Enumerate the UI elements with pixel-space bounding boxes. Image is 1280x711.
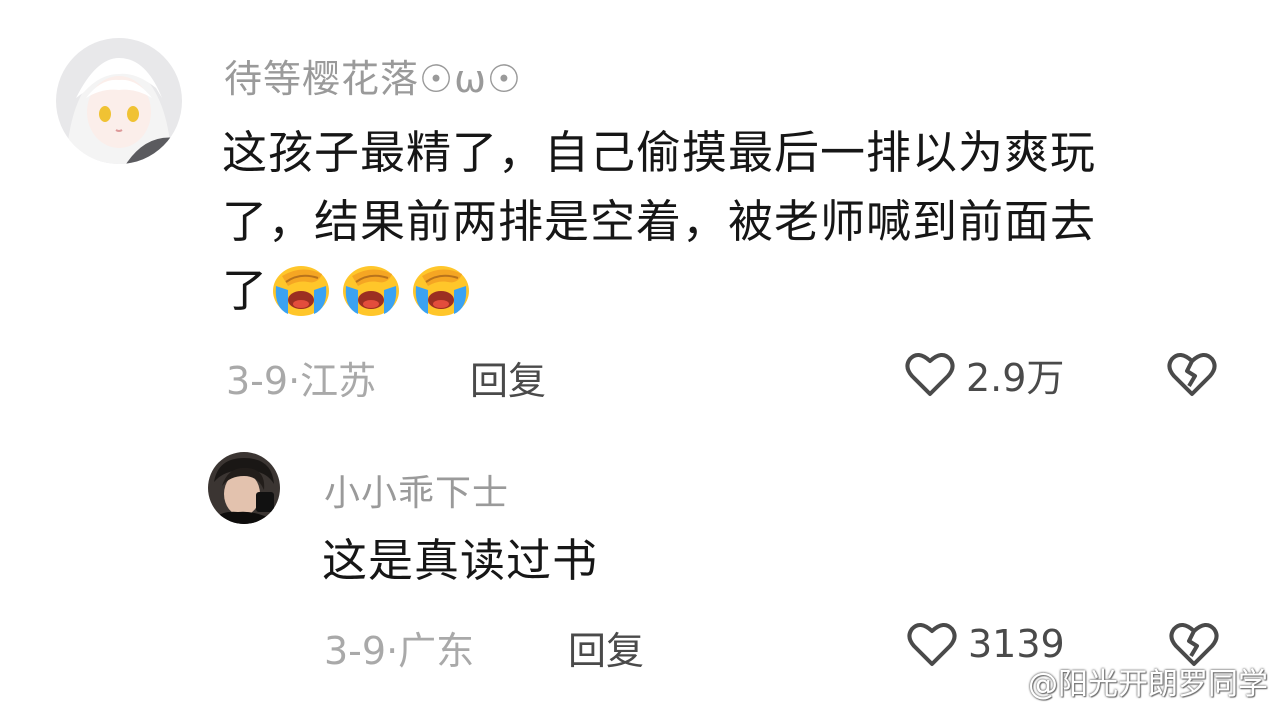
comment-text: 这是真读过书 <box>322 534 599 587</box>
avatar[interactable] <box>56 38 182 164</box>
heart-outline-icon <box>907 623 957 666</box>
dislike-button[interactable] <box>1164 346 1220 402</box>
broken-heart-icon <box>1167 353 1217 396</box>
heart-outline-icon <box>905 353 955 396</box>
reply-button[interactable]: 回复 <box>568 620 644 675</box>
crying-laughing-emoji <box>268 260 334 318</box>
comment-text: 这孩子最精了，自己偷摸最后一排以为爽玩 了，结果前两排是空着，被老师喊到前面去了 <box>222 118 1222 325</box>
avatar[interactable] <box>208 452 280 524</box>
comment-text-fragment: 了 <box>222 264 269 317</box>
comment-date-location: 3-9·广东 <box>324 629 475 673</box>
like-button[interactable]: 2.9万 <box>902 346 1064 402</box>
watermark-text: @阳光开朗罗同学 <box>1028 667 1268 702</box>
weibo-watermark: @阳光开朗罗同学 <box>980 661 1268 702</box>
crying-laughing-emoji <box>338 260 404 318</box>
username[interactable]: 待等樱花落☉ω☉ <box>224 48 522 103</box>
comment-text-line: 了 <box>222 256 1222 325</box>
comment-date-location: 3-9·江苏 <box>226 359 377 403</box>
comment-item: 待等樱花落☉ω☉ 这孩子最精了，自己偷摸最后一排以为爽玩 了，结果前两排是空着，被… <box>56 38 1236 418</box>
reply-comment-item: 小小乖下士 这是真读过书 3-9·广东 回复 3139 <box>208 452 1228 692</box>
comment-text-line: 了，结果前两排是空着，被老师喊到前面去 <box>222 195 1097 248</box>
weibo-logo-icon <box>980 667 1022 698</box>
username[interactable]: 小小乖下士 <box>324 464 509 516</box>
comment-text-line: 这孩子最精了，自己偷摸最后一排以为爽玩 <box>222 126 1097 179</box>
comment-meta: 3-9·江苏 回复 2.9万 <box>56 350 1236 403</box>
like-count: 2.9万 <box>966 355 1065 400</box>
reply-button[interactable]: 回复 <box>470 350 546 405</box>
crying-laughing-emoji <box>408 260 474 318</box>
